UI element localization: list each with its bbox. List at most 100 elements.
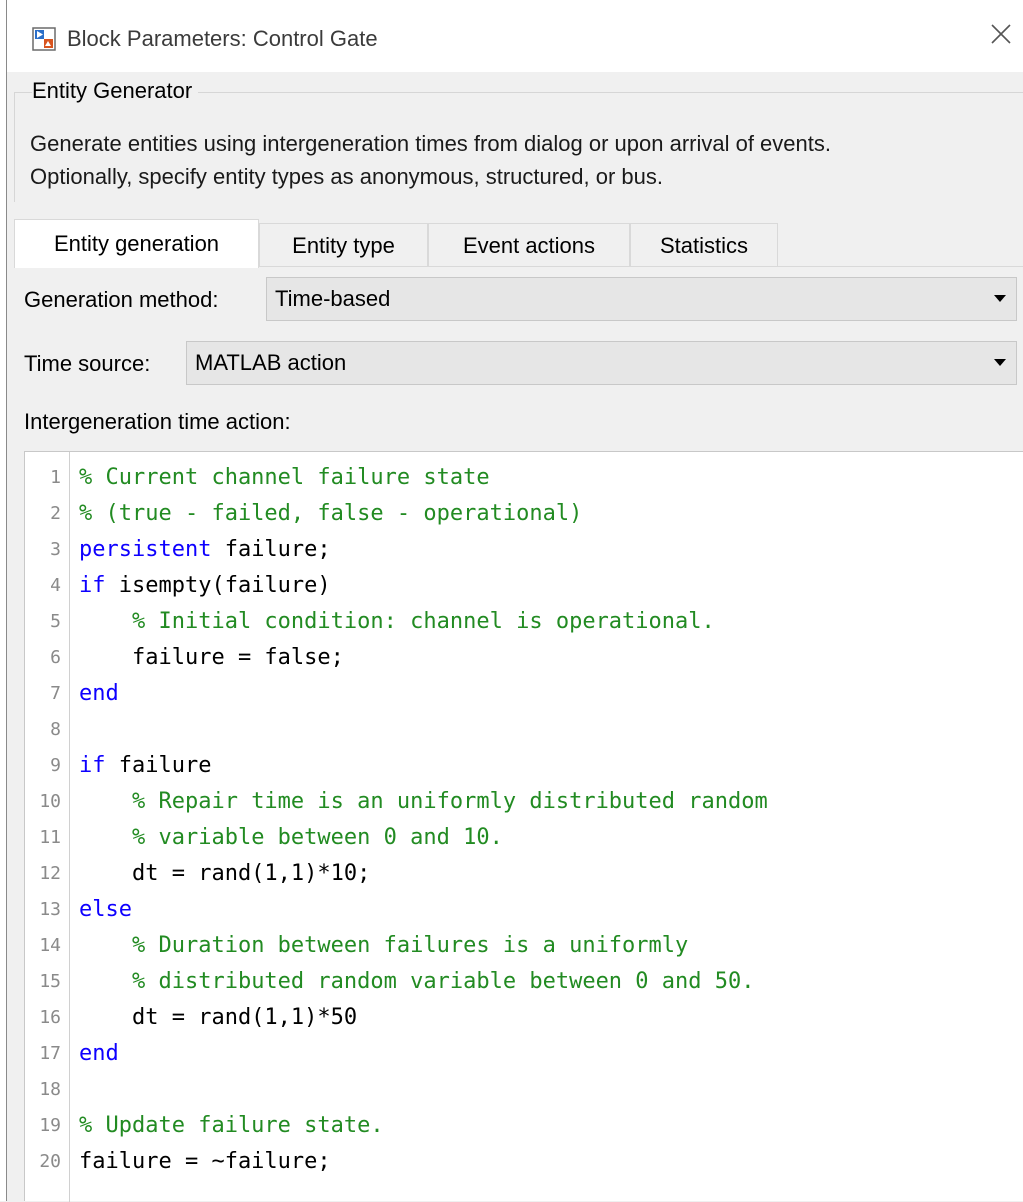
code-text: dt = rand(1,1)*50 bbox=[79, 1000, 357, 1036]
close-button[interactable] bbox=[979, 12, 1023, 56]
code-line[interactable]: 12 dt = rand(1,1)*10; bbox=[25, 856, 1023, 892]
code-line[interactable]: 17 end bbox=[25, 1036, 1023, 1072]
code-line[interactable]: 14 % Duration between failures is a unif… bbox=[25, 928, 1023, 964]
code-text: % Current channel failure state bbox=[79, 460, 490, 496]
code-comment: % distributed random variable between 0 … bbox=[131, 969, 755, 994]
line-number: 15 bbox=[39, 971, 61, 992]
code-text: % Initial condition: channel is operatio… bbox=[79, 604, 715, 640]
line-number: 9 bbox=[50, 755, 61, 776]
code-line[interactable]: 10 % Repair time is an uniformly distrib… bbox=[25, 784, 1023, 820]
code-token: failure = false; bbox=[79, 645, 344, 670]
tab-entity-type[interactable]: Entity type bbox=[259, 223, 428, 267]
code-line[interactable]: 3 persistent failure; bbox=[25, 532, 1023, 568]
line-number: 3 bbox=[50, 539, 61, 560]
group-title: Entity Generator bbox=[32, 78, 199, 104]
line-number: 20 bbox=[39, 1151, 61, 1172]
code-comment: % (true - failed, false - operational) bbox=[79, 501, 583, 526]
code-comment: % Repair time is an uniformly distribute… bbox=[131, 789, 768, 814]
line-number: 1 bbox=[50, 467, 61, 488]
line-number: 12 bbox=[39, 863, 61, 884]
code-line[interactable]: 2 % (true - failed, false - operational) bbox=[25, 496, 1023, 532]
generation-method-dropdown[interactable]: Time-based bbox=[266, 277, 1017, 321]
code-token: failure; bbox=[211, 537, 331, 562]
code-line[interactable]: 6 failure = false; bbox=[25, 640, 1023, 676]
code-comment: % Update failure state. bbox=[79, 1113, 384, 1138]
block-description: Generate entities using intergeneration … bbox=[30, 127, 1015, 193]
code-text: dt = rand(1,1)*10; bbox=[79, 856, 370, 892]
code-text: failure = ~failure; bbox=[79, 1144, 331, 1180]
title-bar[interactable]: Block Parameters: Control Gate bbox=[7, 0, 1023, 72]
generation-method-value: Time-based bbox=[275, 286, 391, 311]
line-number: 11 bbox=[39, 827, 61, 848]
code-text: persistent failure; bbox=[79, 532, 331, 568]
code-comment: % variable between 0 and 10. bbox=[131, 825, 503, 850]
line-number: 17 bbox=[39, 1043, 61, 1064]
code-keyword: end bbox=[79, 1041, 119, 1066]
code-text: % variable between 0 and 10. bbox=[79, 820, 503, 856]
intergeneration-action-label: Intergeneration time action: bbox=[24, 409, 291, 434]
window-border bbox=[6, 0, 7, 1201]
code-token: dt = rand(1,1)*10; bbox=[79, 861, 371, 886]
code-token: failure = ~failure; bbox=[79, 1149, 331, 1174]
code-line[interactable]: 13 else bbox=[25, 892, 1023, 928]
code-line[interactable]: 11 % variable between 0 and 10. bbox=[25, 820, 1023, 856]
time-source-dropdown[interactable]: MATLAB action bbox=[186, 341, 1017, 385]
line-number: 16 bbox=[39, 1007, 61, 1028]
line-number: 18 bbox=[39, 1079, 61, 1100]
code-text: % (true - failed, false - operational) bbox=[79, 496, 582, 532]
line-number: 2 bbox=[50, 503, 61, 524]
code-line[interactable]: 4 if isempty(failure) bbox=[25, 568, 1023, 604]
code-editor[interactable]: 1 % Current channel failure state 2 % (true… bbox=[24, 451, 1023, 1202]
code-line[interactable]: 7 end bbox=[25, 676, 1023, 712]
code-line[interactable]: 19 % Update failure state. bbox=[25, 1108, 1023, 1144]
code-text: % distributed random variable between 0 … bbox=[79, 964, 755, 1000]
code-text: else bbox=[79, 892, 132, 928]
group-border-left bbox=[14, 92, 15, 202]
line-number: 10 bbox=[39, 791, 61, 812]
line-number: 4 bbox=[50, 575, 61, 596]
tab-statistics[interactable]: Statistics bbox=[630, 223, 778, 267]
code-token: failure bbox=[105, 753, 212, 778]
code-line[interactable]: 5 % Initial condition: channel is operat… bbox=[25, 604, 1023, 640]
simulink-app-icon bbox=[32, 27, 56, 51]
code-text: if isempty(failure) bbox=[79, 568, 331, 604]
chevron-down-icon bbox=[994, 359, 1006, 366]
line-number: 19 bbox=[39, 1115, 61, 1136]
code-text: failure = false; bbox=[79, 640, 344, 676]
code-comment: % Initial condition: channel is operatio… bbox=[131, 609, 715, 634]
code-text: end bbox=[79, 1036, 119, 1072]
code-line[interactable]: 1 % Current channel failure state bbox=[25, 460, 1023, 496]
code-text: % Repair time is an uniformly distribute… bbox=[79, 784, 768, 820]
code-keyword: persistent bbox=[79, 537, 212, 562]
tab-entity-generation[interactable]: Entity generation bbox=[14, 219, 259, 268]
code-text: % Duration between failures is a uniform… bbox=[79, 928, 688, 964]
code-line[interactable]: 16 dt = rand(1,1)*50 bbox=[25, 1000, 1023, 1036]
code-keyword: else bbox=[79, 897, 132, 922]
code-line[interactable]: 8 bbox=[25, 712, 1023, 748]
line-number: 7 bbox=[50, 683, 61, 704]
generation-method-label: Generation method: bbox=[24, 287, 219, 312]
description-line: Optionally, specify entity types as anon… bbox=[30, 164, 664, 189]
line-number: 14 bbox=[39, 935, 61, 956]
code-line[interactable]: 15 % distributed random variable between… bbox=[25, 964, 1023, 1000]
code-keyword: end bbox=[79, 681, 119, 706]
code-comment: % Duration between failures is a uniform… bbox=[131, 933, 689, 958]
code-line[interactable]: 18 bbox=[25, 1072, 1023, 1108]
code-line[interactable]: 9 if failure bbox=[25, 748, 1023, 784]
line-number: 5 bbox=[50, 611, 61, 632]
dialog-window: Block Parameters: Control Gate Entity Ge… bbox=[0, 0, 1023, 1202]
code-keyword: if bbox=[79, 753, 106, 778]
line-number: 6 bbox=[50, 647, 61, 668]
code-text: if failure bbox=[79, 748, 211, 784]
tab-event-actions[interactable]: Event actions bbox=[428, 223, 630, 267]
line-number: 8 bbox=[50, 719, 61, 740]
time-source-value: MATLAB action bbox=[195, 350, 347, 375]
code-token: dt = rand(1,1)*50 bbox=[79, 1005, 358, 1030]
code-line[interactable]: 20 failure = ~failure; bbox=[25, 1144, 1023, 1180]
line-number: 13 bbox=[39, 899, 61, 920]
